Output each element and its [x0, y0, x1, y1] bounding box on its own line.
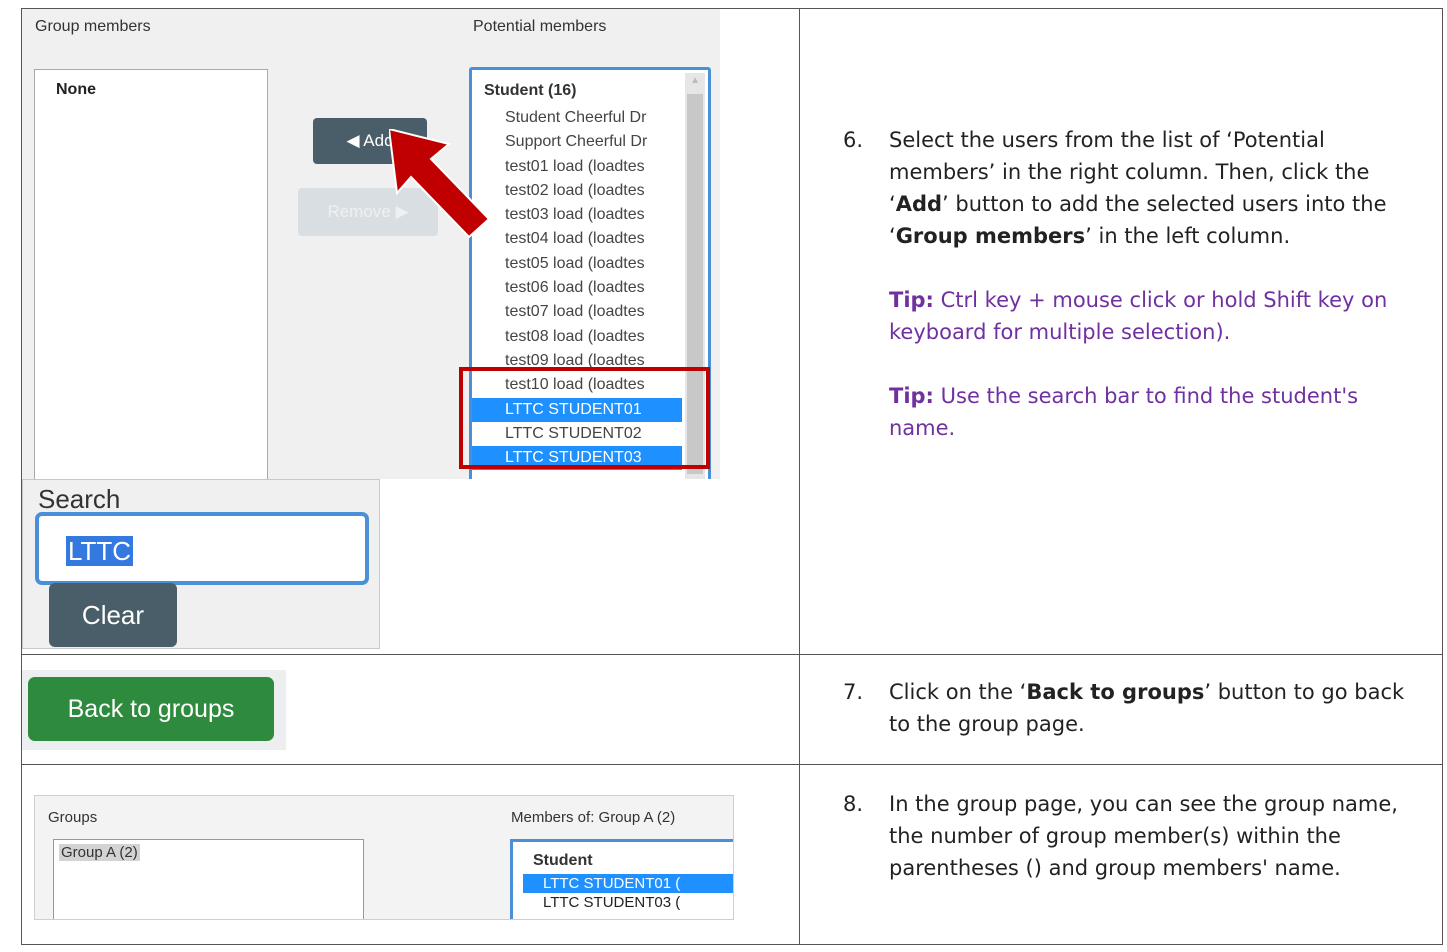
potential-member-item[interactable]: test01 load (loadtes — [472, 155, 682, 179]
search-input[interactable]: LTTC — [35, 512, 369, 585]
search-input-value: LTTC — [66, 536, 134, 566]
step-bold: Group members — [895, 224, 1086, 248]
potential-member-item[interactable]: test08 load (loadtes — [472, 325, 682, 349]
step-text: ’ in the left column. — [1085, 224, 1291, 248]
step-7: 7. Click on the ‘Back to groups’ button … — [843, 676, 1425, 740]
scroll-up-arrow-icon[interactable]: ▲ — [690, 75, 700, 86]
step-number: 6. — [843, 128, 864, 152]
step-6: 6. Select the users from the list of ‘Po… — [843, 124, 1425, 444]
column-divider — [799, 8, 800, 945]
tip-multiple-selection: Tip: Ctrl key + mouse click or hold Shif… — [889, 284, 1425, 348]
back-screenshot: Back to groups — [22, 670, 286, 750]
search-panel: Search LTTC Clear — [22, 479, 380, 649]
row-divider — [21, 654, 1443, 655]
potential-members-label: Potential members — [473, 18, 607, 35]
group-members-label: Group members — [35, 18, 151, 35]
potential-members-heading: Student (16) — [484, 82, 577, 99]
group-item[interactable]: Group A (2) — [59, 844, 140, 861]
members-screenshot: Group members Potential members None ◀ A… — [22, 9, 720, 479]
step-number: 7. — [843, 680, 864, 704]
clear-button[interactable]: Clear — [49, 583, 177, 647]
search-label: Search — [38, 484, 121, 514]
group-members-list[interactable] — [34, 69, 268, 479]
potential-member-item[interactable]: test05 load (loadtes — [472, 252, 682, 276]
step-bold: Add — [895, 192, 943, 216]
potential-member-item[interactable]: test07 load (loadtes — [472, 300, 682, 324]
step-number: 8. — [843, 792, 864, 816]
group-member-item[interactable]: LTTC STUDENT01 ( — [523, 874, 733, 893]
step-text: In the group page, you can see the group… — [889, 792, 1398, 880]
potential-member-item[interactable]: Support Cheerful Dr — [472, 130, 682, 154]
tip-text: Ctrl key + mouse click or hold Shift key… — [889, 288, 1388, 344]
potential-member-item[interactable]: test02 load (loadtes — [472, 179, 682, 203]
step-text: Click on the ‘ — [889, 680, 1027, 704]
back-to-groups-button[interactable]: Back to groups — [28, 677, 274, 741]
group-member-item[interactable]: LTTC STUDENT03 ( — [523, 893, 733, 912]
members-of-label: Members of: Group A (2) — [511, 809, 676, 826]
potential-member-item[interactable]: test03 load (loadtes — [472, 203, 682, 227]
row-divider — [21, 764, 1443, 765]
tip-text: Use the search bar to find the student's… — [889, 384, 1359, 440]
potential-member-item[interactable]: test04 load (loadtes — [472, 227, 682, 251]
group-members-list[interactable]: Student LTTC STUDENT01 (LTTC STUDENT03 ( — [510, 839, 733, 919]
tip-search: Tip: Use the search bar to find the stud… — [889, 380, 1425, 444]
step-8: 8. In the group page, you can see the gr… — [843, 788, 1425, 884]
step-bold: Back to groups — [1026, 680, 1205, 704]
groups-label: Groups — [48, 809, 98, 826]
groups-list[interactable]: Group A (2) — [53, 839, 364, 919]
potential-member-item[interactable]: Student Cheerful Dr — [472, 106, 682, 130]
group-members-empty: None — [56, 81, 96, 98]
tip-label: Tip: — [889, 384, 934, 408]
potential-member-item[interactable]: test06 load (loadtes — [472, 276, 682, 300]
tip-label: Tip: — [889, 288, 934, 312]
selection-highlight-box — [459, 367, 710, 469]
pointer-arrow-icon — [389, 129, 491, 239]
groups-screenshot: Groups Members of: Group A (2) Group A (… — [34, 795, 734, 920]
members-heading: Student — [533, 852, 593, 869]
